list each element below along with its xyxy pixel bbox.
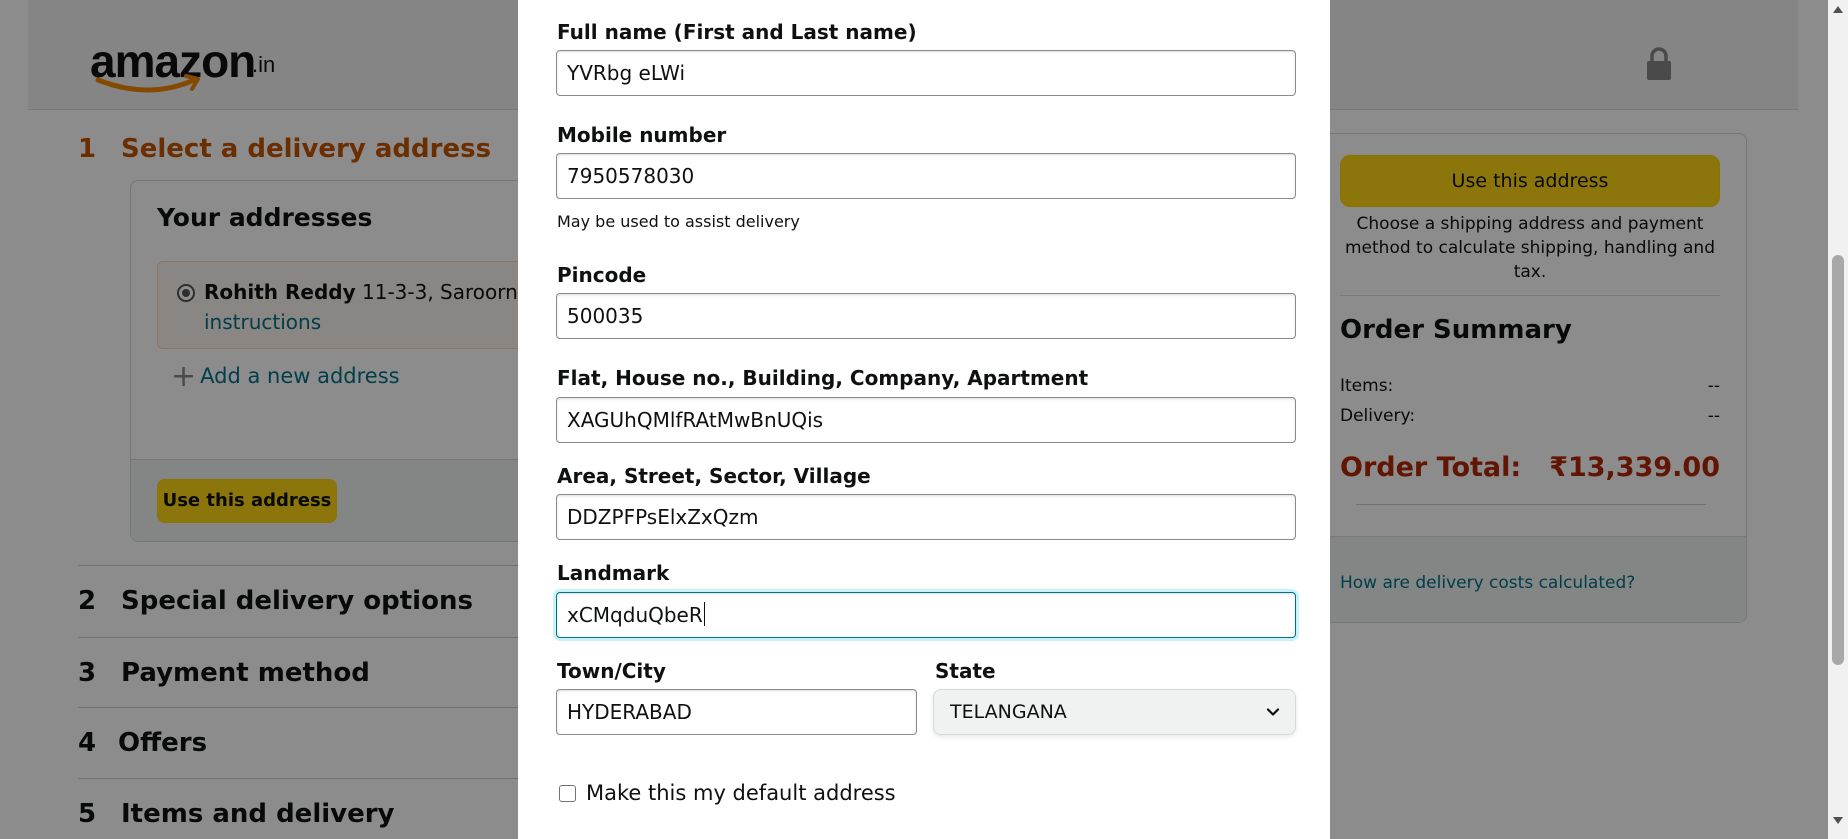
mobile-hint: May be used to assist delivery <box>557 212 800 231</box>
landmark-value: xCMqduQbeR <box>567 603 703 627</box>
default-address-label: Make this my default address <box>586 781 896 805</box>
full-name-input[interactable]: YVRbg eLWi <box>556 50 1296 96</box>
town-city-label: Town/City <box>557 659 666 683</box>
state-selected-value: TELANGANA <box>950 701 1067 723</box>
mobile-number-input[interactable]: 7950578030 <box>556 153 1296 199</box>
landmark-label: Landmark <box>557 561 670 585</box>
town-city-input[interactable]: HYDERABAD <box>556 689 917 735</box>
chevron-down-icon <box>1266 708 1280 716</box>
add-address-modal: Full name (First and Last name) YVRbg eL… <box>518 0 1330 839</box>
mobile-number-label: Mobile number <box>557 123 727 147</box>
flat-house-label: Flat, House no., Building, Company, Apar… <box>557 366 1089 390</box>
scroll-down-arrow-icon[interactable] <box>1833 817 1843 824</box>
scrollbar[interactable] <box>1828 0 1848 839</box>
default-address-checkbox[interactable] <box>559 785 576 802</box>
pincode-input[interactable]: 500035 <box>556 293 1296 339</box>
state-label: State <box>935 659 996 683</box>
scroll-thumb[interactable] <box>1832 255 1844 665</box>
flat-house-input[interactable]: XAGUhQMlfRAtMwBnUQis <box>556 397 1296 443</box>
scroll-up-arrow-icon[interactable] <box>1833 6 1843 13</box>
full-name-label: Full name (First and Last name) <box>557 20 917 44</box>
text-caret <box>703 602 705 626</box>
checkout-page: amazon .in 1 Select a delivery address Y… <box>0 0 1848 839</box>
pincode-label: Pincode <box>557 263 647 287</box>
landmark-input[interactable]: xCMqduQbeR <box>556 592 1296 638</box>
area-street-input[interactable]: DDZPFPsElxZxQzm <box>556 494 1296 540</box>
state-select[interactable]: TELANGANA <box>933 689 1296 735</box>
area-street-label: Area, Street, Sector, Village <box>557 464 871 488</box>
